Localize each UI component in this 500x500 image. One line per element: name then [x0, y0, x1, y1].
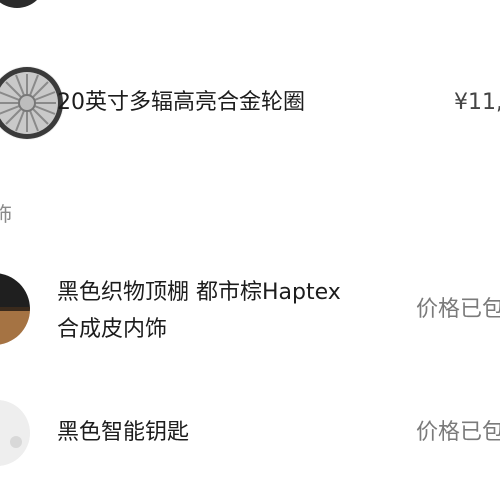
section-label: 饰 [0, 202, 12, 226]
smart-key-icon[interactable] [0, 400, 30, 466]
item-price: 价格已包 [416, 297, 500, 322]
item-title-line2: 合成皮内饰 [57, 317, 168, 342]
alloy-wheel-icon[interactable] [0, 66, 64, 140]
previous-item-thumbnail[interactable] [0, 0, 46, 8]
item-price: ¥11, [454, 90, 500, 115]
item-title: 黑色智能钥匙 [57, 420, 190, 445]
item-title: 20英寸多辐高亮合金轮圈 [57, 90, 305, 115]
option-list-screen: 20英寸多辐高亮合金轮圈 ¥11, 饰 黑色织物顶棚 都市棕Haptex 合成皮… [0, 0, 500, 500]
item-price: 价格已包 [416, 420, 500, 445]
item-title-line1: 黑色织物顶棚 都市棕Haptex [57, 280, 341, 305]
headliner-swatch-icon[interactable] [0, 273, 30, 345]
